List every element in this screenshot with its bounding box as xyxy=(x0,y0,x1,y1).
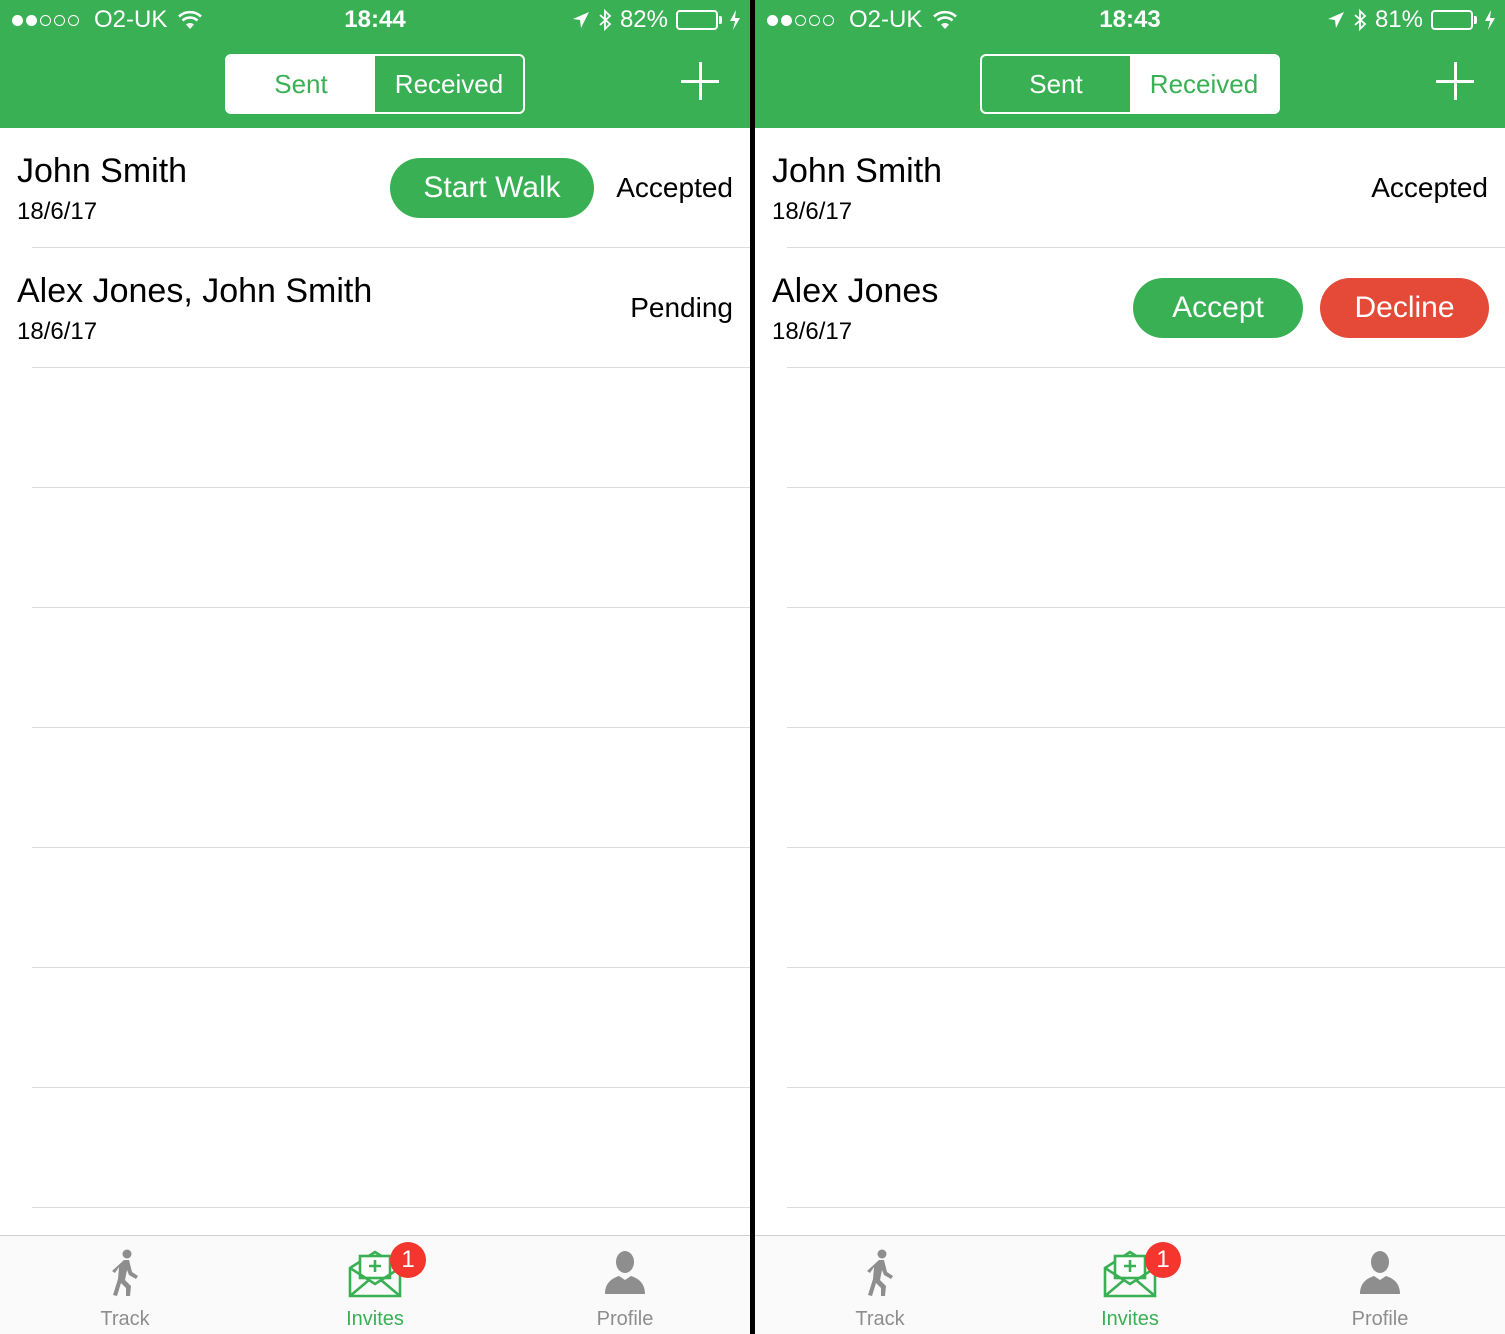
invite-date: 18/6/17 xyxy=(772,198,853,225)
empty-row xyxy=(0,608,750,728)
status-bar: O2-UK 18:43 81% xyxy=(755,0,1505,40)
segment-sent[interactable]: Sent xyxy=(227,56,375,112)
bluetooth-icon xyxy=(1353,9,1367,31)
invite-date: 18/6/17 xyxy=(17,198,98,225)
walking-person-icon xyxy=(755,1248,1005,1300)
tab-track[interactable]: Track xyxy=(755,1236,1005,1334)
invite-row[interactable]: John Smith 18/6/17 Start Walk Accepted xyxy=(0,128,750,248)
decline-button[interactable]: Decline xyxy=(1320,278,1489,338)
invite-list: John Smith 18/6/17 Accepted Alex Jones 1… xyxy=(755,128,1505,1208)
walking-person-icon xyxy=(0,1248,250,1300)
tab-label-invites: Invites xyxy=(1101,1308,1159,1330)
tab-label-profile: Profile xyxy=(596,1308,654,1330)
empty-row xyxy=(0,488,750,608)
invite-date: 18/6/17 xyxy=(772,318,853,345)
battery-icon xyxy=(676,10,722,30)
invite-date: 18/6/17 xyxy=(17,318,98,345)
invite-status: Accepted xyxy=(616,172,733,203)
location-arrow-icon xyxy=(1327,11,1345,29)
invite-names: Alex Jones, John Smith xyxy=(17,272,373,310)
charging-bolt-icon xyxy=(1485,10,1495,30)
tab-profile[interactable]: Profile xyxy=(500,1236,750,1334)
empty-row xyxy=(755,368,1505,488)
tab-bar: Track 1 Invites Profile xyxy=(0,1235,750,1334)
battery-percent: 81% xyxy=(1374,6,1423,33)
status-right: 82% xyxy=(564,6,740,34)
empty-row xyxy=(755,968,1505,1088)
charging-bolt-icon xyxy=(730,10,740,30)
invites-badge: 1 xyxy=(390,1242,426,1278)
location-arrow-icon xyxy=(572,11,590,29)
status-bar: O2-UK 18:44 82% xyxy=(0,0,750,40)
invite-status: Accepted xyxy=(1371,172,1488,203)
invite-list: John Smith 18/6/17 Start Walk Accepted A… xyxy=(0,128,750,1208)
sent-invites-screen: O2-UK 18:44 82% Sent Received John Smith… xyxy=(0,0,750,1334)
tab-invites[interactable]: 1 Invites xyxy=(1005,1236,1255,1334)
battery-percent: 82% xyxy=(619,6,668,33)
segment-received[interactable]: Received xyxy=(375,56,523,112)
person-icon xyxy=(1255,1248,1505,1300)
sent-received-segmented-control: Sent Received xyxy=(225,54,525,114)
invite-names: John Smith xyxy=(772,152,943,190)
sent-received-segmented-control: Sent Received xyxy=(980,54,1280,114)
received-invites-screen: O2-UK 18:43 81% Sent Received John Smith… xyxy=(755,0,1505,1334)
empty-row xyxy=(755,728,1505,848)
battery-icon xyxy=(1431,10,1477,30)
tab-label-track: Track xyxy=(855,1308,905,1330)
tab-label-profile: Profile xyxy=(1351,1308,1409,1330)
tab-profile[interactable]: Profile xyxy=(1255,1236,1505,1334)
envelope-invite-icon xyxy=(250,1248,500,1300)
segment-received[interactable]: Received xyxy=(1130,56,1278,112)
empty-row xyxy=(0,368,750,488)
tab-track[interactable]: Track xyxy=(0,1236,250,1334)
invite-row[interactable]: Alex Jones, John Smith 18/6/17 Pending xyxy=(0,248,750,368)
person-icon xyxy=(500,1248,750,1300)
empty-row xyxy=(755,608,1505,728)
accept-button[interactable]: Accept xyxy=(1133,278,1303,338)
status-right: 81% xyxy=(1319,6,1495,34)
empty-row xyxy=(0,728,750,848)
start-walk-button[interactable]: Start Walk xyxy=(390,158,594,218)
envelope-invite-icon xyxy=(1005,1248,1255,1300)
nav-header: O2-UK 18:43 81% Sent Received xyxy=(755,0,1505,128)
empty-row xyxy=(755,848,1505,968)
bluetooth-icon xyxy=(598,9,612,31)
empty-row xyxy=(0,968,750,1088)
invite-names: Alex Jones xyxy=(772,272,939,310)
empty-row xyxy=(755,1088,1505,1208)
empty-row xyxy=(0,1088,750,1208)
plus-icon[interactable] xyxy=(1436,62,1474,100)
row-separator xyxy=(32,1207,750,1208)
tab-label-invites: Invites xyxy=(346,1308,404,1330)
empty-row xyxy=(0,848,750,968)
tab-label-track: Track xyxy=(100,1308,150,1330)
nav-header: O2-UK 18:44 82% Sent Received xyxy=(0,0,750,128)
empty-row xyxy=(755,488,1505,608)
invite-status: Pending xyxy=(630,292,733,323)
invite-names: John Smith xyxy=(17,152,188,190)
plus-icon[interactable] xyxy=(681,62,719,100)
tab-bar: Track 1 Invites Profile xyxy=(755,1235,1505,1334)
invite-row[interactable]: Alex Jones 18/6/17 Accept Decline xyxy=(755,248,1505,368)
tab-invites[interactable]: 1 Invites xyxy=(250,1236,500,1334)
invites-badge: 1 xyxy=(1145,1242,1181,1278)
segment-sent[interactable]: Sent xyxy=(982,56,1130,112)
invite-row[interactable]: John Smith 18/6/17 Accepted xyxy=(755,128,1505,248)
row-separator xyxy=(787,1207,1505,1208)
